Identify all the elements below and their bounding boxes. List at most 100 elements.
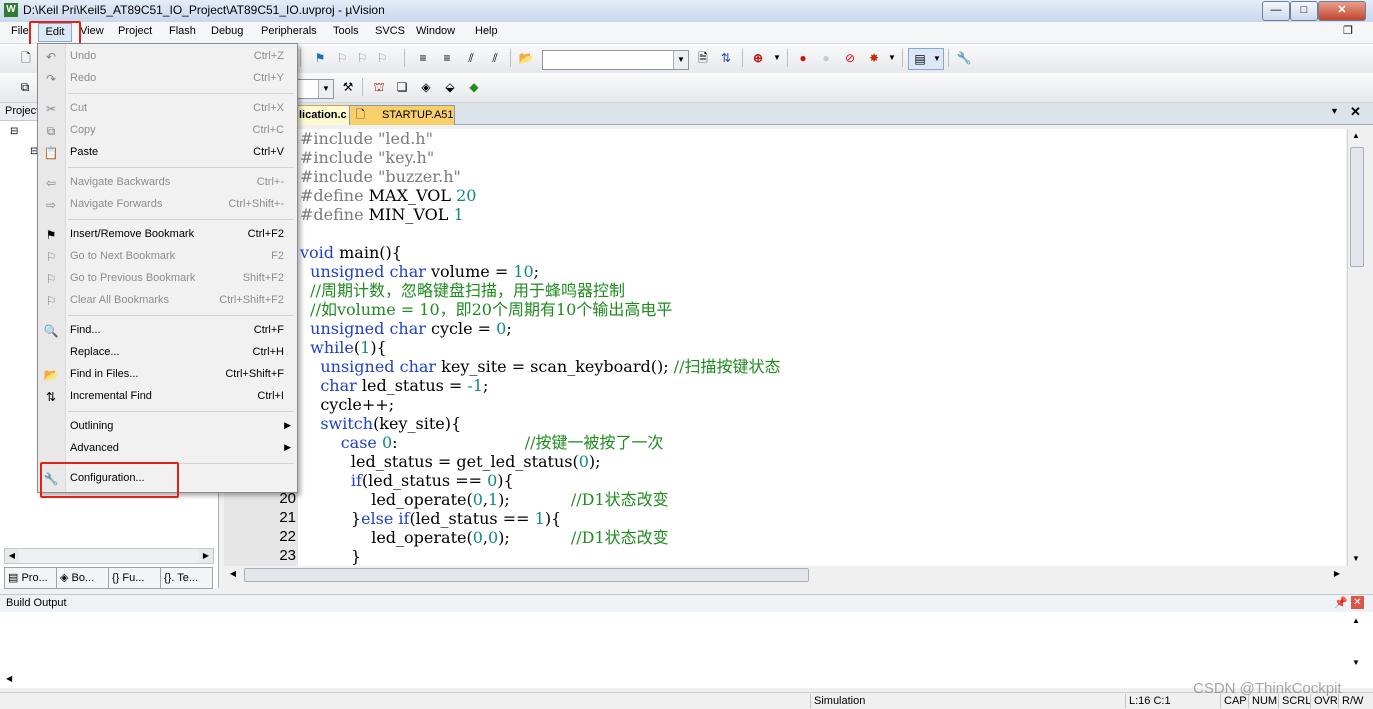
code-line[interactable]: }else if(led_status == 1){: [300, 509, 561, 528]
pin-icon[interactable]: 📌: [1334, 596, 1348, 609]
menu-item-incremental-find[interactable]: ⇅ Incremental Find Ctrl+I: [38, 386, 297, 408]
code-editor[interactable]: #include "led.h" #include "key.h" #include…: [298, 129, 1346, 566]
scroll-left-icon[interactable]: ◀: [226, 567, 240, 581]
project-horizontal-scrollbar[interactable]: ◀ ▶: [4, 548, 214, 564]
find-icon[interactable]: 🗎: [695, 50, 711, 66]
close-icon[interactable]: ✕: [1351, 596, 1364, 609]
code-line[interactable]: switch(key_site){: [300, 414, 461, 433]
target-combo[interactable]: ▼: [296, 79, 334, 99]
indent-icon[interactable]: ≡: [415, 50, 431, 66]
code-line[interactable]: cycle++;: [300, 395, 394, 414]
menu-item-navigate-backwards[interactable]: ⇦ Navigate Backwards Ctrl+-: [38, 172, 297, 194]
breakpoint-icon[interactable]: ●: [795, 50, 811, 66]
code-line[interactable]: while(1){: [300, 338, 387, 357]
menu-item-insert-remove-bookmark[interactable]: ⚑ Insert/Remove Bookmark Ctrl+F2: [38, 224, 297, 246]
tab-templates[interactable]: {}. Te...: [160, 567, 213, 589]
window-layout-button[interactable]: ▤ ▼: [908, 48, 944, 70]
file-extensions-icon[interactable]: ❏: [394, 79, 410, 95]
chevron-down-icon[interactable]: ▼: [769, 50, 785, 66]
translate-icon[interactable]: ⧉: [17, 79, 33, 95]
next-bookmark-icon[interactable]: ⚐: [334, 50, 350, 66]
code-line[interactable]: char led_status = -1;: [300, 376, 488, 395]
code-line[interactable]: led_status = get_led_status(0);: [300, 452, 601, 471]
wrench-icon[interactable]: 🔧: [956, 50, 972, 66]
chevron-down-icon[interactable]: ▼: [318, 80, 333, 98]
menu-item-paste[interactable]: 📋 Paste Ctrl+V: [38, 142, 297, 164]
chevron-down-icon[interactable]: ▼: [673, 51, 688, 69]
menu-tools[interactable]: Tools: [333, 25, 359, 37]
tree-collapse-icon[interactable]: ⊟: [10, 126, 18, 137]
code-line[interactable]: #include "led.h": [300, 129, 433, 148]
unindent-icon[interactable]: ≡: [439, 50, 455, 66]
menu-help[interactable]: Help: [475, 25, 498, 37]
menu-item-navigate-forwards[interactable]: ⇨ Navigate Forwards Ctrl+Shift+-: [38, 194, 297, 216]
clear-bookmarks-icon[interactable]: ⚐: [374, 50, 390, 66]
close-button[interactable]: ✕: [1318, 1, 1366, 21]
scroll-down-icon[interactable]: ▼: [1352, 658, 1360, 667]
vertical-scroll-thumb[interactable]: [1350, 147, 1364, 267]
menu-flash[interactable]: Flash: [169, 25, 196, 37]
menu-item-go-to-previous-bookmark[interactable]: ⚐ Go to Previous Bookmark Shift+F2: [38, 268, 297, 290]
menu-item-undo[interactable]: ↶ Undo Ctrl+Z: [38, 46, 297, 68]
code-line[interactable]: //周期计数，忽略键盘扫描，用于蜂鸣器控制: [300, 281, 625, 300]
code-line[interactable]: unsigned char volume = 10;: [300, 262, 539, 281]
code-line[interactable]: unsigned char cycle = 0;: [300, 319, 512, 338]
menu-item-outlining[interactable]: Outlining ▶: [38, 416, 297, 438]
menu-item-find[interactable]: 🔍 Find... Ctrl+F: [38, 320, 297, 342]
run-time-environment-icon[interactable]: ◆: [466, 79, 482, 95]
code-line[interactable]: led_operate(0,0); //D1状态改变: [300, 528, 668, 547]
scroll-left-icon[interactable]: ◀: [5, 549, 19, 563]
menu-window[interactable]: Window: [416, 25, 455, 37]
scroll-right-icon[interactable]: ▶: [199, 549, 213, 563]
chevron-down-icon[interactable]: ▼: [884, 50, 900, 66]
menu-item-go-to-next-bookmark[interactable]: ⚐ Go to Next Bookmark F2: [38, 246, 297, 268]
chevron-down-icon[interactable]: ▼: [1330, 106, 1339, 116]
code-line[interactable]: case 0: //按键一被按了一次: [300, 433, 664, 452]
code-line[interactable]: void main(){: [300, 243, 402, 262]
menu-project[interactable]: Project: [118, 25, 152, 37]
code-line[interactable]: led_operate(0,1); //D1状态改变: [300, 490, 668, 509]
tab-application-c[interactable]: lication.c: [290, 105, 356, 125]
kill-breakpoints-icon[interactable]: ✸: [866, 50, 882, 66]
maximize-button[interactable]: □: [1290, 1, 1318, 21]
new-file-icon[interactable]: 🗋: [18, 50, 34, 66]
comment-icon[interactable]: ⫽: [463, 50, 479, 66]
menu-item-clear-all-bookmarks[interactable]: ⚐ Clear All Bookmarks Ctrl+Shift+F2: [38, 290, 297, 312]
horizontal-scroll-thumb[interactable]: [244, 568, 809, 582]
find-combo[interactable]: ▼: [542, 50, 689, 70]
menu-item-find-in-files[interactable]: 📂 Find in Files... Ctrl+Shift+F: [38, 364, 297, 386]
code-line[interactable]: #include "buzzer.h": [300, 167, 461, 186]
menu-item-replace[interactable]: Replace... Ctrl+H: [38, 342, 297, 364]
scroll-down-icon[interactable]: ▼: [1349, 552, 1363, 566]
menu-view[interactable]: View: [80, 25, 104, 37]
tab-books[interactable]: ◈ Bo...: [56, 567, 109, 589]
code-line[interactable]: #include "key.h": [300, 148, 434, 167]
incremental-find-icon[interactable]: ⇅: [718, 50, 734, 66]
scroll-right-icon[interactable]: ▶: [1330, 567, 1344, 581]
previous-bookmark-icon[interactable]: ⚐: [354, 50, 370, 66]
scroll-up-icon[interactable]: ▲: [1352, 616, 1360, 625]
code-line[interactable]: #define MIN_VOL 1: [300, 205, 464, 224]
uncomment-icon[interactable]: ⫽: [487, 50, 503, 66]
pack-installer-icon[interactable]: ⬙: [442, 79, 458, 95]
code-line[interactable]: #define MAX_VOL 20: [300, 186, 476, 205]
bookmark-flag-icon[interactable]: ⚑: [312, 50, 328, 66]
code-line[interactable]: if(led_status == 0){: [300, 471, 514, 490]
mdi-restore-icon[interactable]: ❐: [1343, 24, 1353, 37]
diamond-icon[interactable]: ◈: [418, 79, 434, 95]
find-in-files-icon[interactable]: 📂: [518, 50, 534, 66]
menu-debug[interactable]: Debug: [211, 25, 243, 37]
menu-item-copy[interactable]: ⧉ Copy Ctrl+C: [38, 120, 297, 142]
manage-project-icon[interactable]: ⛫: [371, 79, 387, 95]
code-line[interactable]: unsigned char key_site = scan_keyboard()…: [300, 357, 780, 376]
close-icon[interactable]: ✕: [1350, 104, 1361, 120]
scroll-up-icon[interactable]: ▲: [1349, 129, 1363, 143]
code-line[interactable]: //如volume = 10，即20个周期有10个输出高电平: [300, 300, 672, 319]
menu-item-advanced[interactable]: Advanced ▶: [38, 438, 297, 460]
disable-breakpoint-icon[interactable]: ●: [818, 50, 834, 66]
code-line[interactable]: }: [300, 547, 361, 566]
menu-file[interactable]: File: [11, 25, 29, 37]
target-options-icon[interactable]: ⚒: [340, 79, 356, 95]
minimize-button[interactable]: —: [1262, 1, 1290, 21]
debug-session-icon[interactable]: ⊕: [750, 50, 766, 66]
